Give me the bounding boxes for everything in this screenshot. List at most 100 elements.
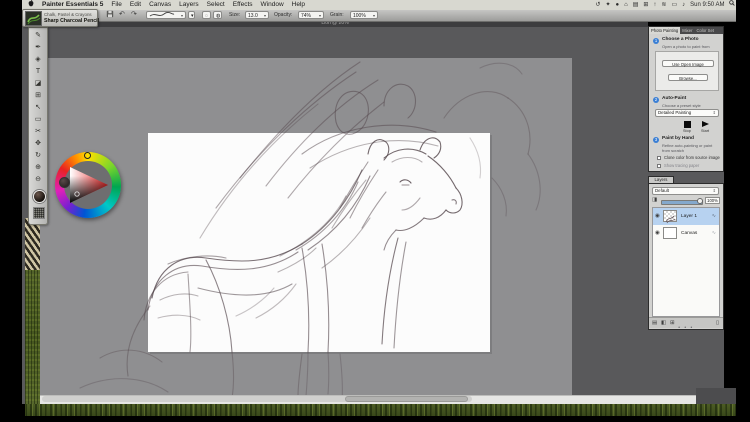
home-icon[interactable]: ⌂ <box>624 0 628 10</box>
rect-selection-tool[interactable]: ▭ <box>29 114 47 125</box>
layers-panel: Default⇕ ◨ 100% ◉ Layer 1 ∿ ◉ Canvas ∿ ▤ <box>648 183 724 330</box>
lasso-tool[interactable]: ✂ <box>29 126 47 137</box>
menu-item-select[interactable]: Select <box>207 0 225 10</box>
layer-row-layer-1[interactable]: ◉ Layer 1 ∿ <box>653 208 719 225</box>
zoom-out-tool[interactable]: ⊖ <box>29 174 47 185</box>
use-open-image-button[interactable]: Use Open Image <box>662 60 714 67</box>
brush-selector[interactable]: Chalk, Pastel & Crayons Sharp Charcoal P… <box>22 9 98 27</box>
spotlight-icon[interactable] <box>729 0 735 10</box>
lion-sketch <box>40 58 572 395</box>
crop-tool[interactable]: ⊞ <box>29 90 47 101</box>
zoom-in-tool[interactable]: ⊕ <box>29 162 47 173</box>
stop-button[interactable] <box>684 121 691 128</box>
display-icon[interactable]: ▭ <box>671 0 677 10</box>
toolbox: ✎ ✒ ◈ T ◪ ⊞ ↖ ▭ ✂ ✥ ↻ ⊕ ⊖ <box>28 27 48 225</box>
brush-tool[interactable]: ✎ <box>29 30 47 41</box>
brush-ghost-icon[interactable]: ◌ <box>202 11 211 19</box>
menu-item-canvas[interactable]: Canvas <box>149 0 171 10</box>
eraser-tool[interactable]: ◪ <box>29 78 47 89</box>
choose-photo-title: Choose a Photo <box>662 37 699 43</box>
tab-mixer[interactable]: Mixer <box>680 27 694 34</box>
grid-icon[interactable]: ⊞ <box>643 0 648 10</box>
photo-source-box: Use Open Image Browse... <box>655 51 719 91</box>
choose-photo-subtitle: Open a photo to paint from <box>662 44 710 49</box>
menu-item-effects[interactable]: Effects <box>233 0 253 10</box>
menu-item-layers[interactable]: Layers <box>179 0 199 10</box>
list-icon[interactable]: ▤ <box>633 0 639 10</box>
opacity-label: Opacity: <box>274 11 292 20</box>
blend-mode-dropdown[interactable]: Default⇕ <box>652 187 719 195</box>
menu-item-window[interactable]: Window <box>261 0 284 10</box>
menu-item-file[interactable]: File <box>111 0 121 10</box>
stop-label: Stop <box>683 129 691 133</box>
menu-item-help[interactable]: Help <box>292 0 305 10</box>
wheel-top-marker <box>84 152 91 159</box>
apple-logo-icon <box>28 0 34 7</box>
preset-style-dropdown[interactable]: Detailed Painting⇕ <box>655 109 719 117</box>
time-machine-icon[interactable]: ↺ <box>595 0 600 10</box>
layer-opacity-knob[interactable] <box>697 198 703 204</box>
main-color-swatch[interactable] <box>33 190 46 203</box>
visibility-eye-icon[interactable]: ◉ <box>655 213 660 220</box>
opacity-dropdown[interactable]: 74%▾ <box>298 11 324 19</box>
redo-icon[interactable]: ↷ <box>131 10 137 20</box>
tab-color-set[interactable]: Color Set <box>695 27 716 34</box>
brush-stroke-thumbnail <box>25 11 42 26</box>
grabber-tool[interactable]: ✥ <box>29 138 47 149</box>
browse-button[interactable]: Browse... <box>668 74 708 81</box>
menu-item-edit[interactable]: Edit <box>130 0 141 10</box>
panel-resize-handle[interactable]: • • • <box>649 326 723 331</box>
layer-row-canvas[interactable]: ◉ Canvas ∿ <box>653 225 719 242</box>
auto-paint-title: Auto-Paint <box>662 96 686 102</box>
wallpaper-zebra-texture <box>25 218 40 270</box>
paper-texture-swatch[interactable] <box>33 207 45 219</box>
clone-color-checkbox[interactable] <box>657 156 661 160</box>
property-bar: ↶ ↷ ▾ ▾ ◌ ◍ Size: 13.0▾ Opacity: 74%▾ Gr… <box>22 10 738 22</box>
enhanced-ghost-icon[interactable]: ◍ <box>213 11 222 19</box>
shield-icon[interactable]: ✦ <box>605 0 610 10</box>
visibility-eye-icon[interactable]: ◉ <box>655 230 660 237</box>
tracing-paper-checkbox[interactable] <box>657 164 661 168</box>
notification-icon[interactable]: ● <box>615 0 619 10</box>
save-icon[interactable] <box>106 10 114 22</box>
layer-attribute-icon: ∿ <box>712 213 716 220</box>
volume-icon[interactable]: ♪ <box>682 0 685 10</box>
auto-paint-subtitle: Choose a preset style <box>662 103 701 108</box>
size-dropdown[interactable]: 13.0▾ <box>245 11 269 19</box>
canvas-thumbnail <box>663 227 677 239</box>
menu-clock[interactable]: Sun 9:50 AM <box>690 0 724 10</box>
wifi-icon[interactable]: ≋ <box>661 0 666 10</box>
layer-name: Layer 1 <box>681 213 697 220</box>
undo-icon[interactable]: ↶ <box>119 10 125 20</box>
horizontal-scrollbar-thumb[interactable] <box>345 396 468 402</box>
start-label: Start <box>701 129 709 133</box>
stroke-stepper[interactable]: ▾ <box>188 11 195 19</box>
grain-dropdown[interactable]: 100%▾ <box>350 11 378 19</box>
layer-opacity-value[interactable]: 100% <box>705 197 720 204</box>
start-button[interactable] <box>702 121 709 127</box>
wallpaper-grass-texture <box>25 270 40 416</box>
hue-ring-marker[interactable] <box>59 177 70 188</box>
text-tool[interactable]: T <box>29 66 47 77</box>
layers-panel-tab[interactable]: Layers <box>648 176 674 183</box>
step-1-badge: 1 <box>653 38 659 44</box>
tab-photo-painting[interactable]: Photo Painting <box>649 27 680 34</box>
dropper-tool[interactable]: ✒ <box>29 42 47 53</box>
layer-adjuster-tool[interactable]: ↖ <box>29 102 47 113</box>
canvas-region <box>22 26 738 404</box>
layer-opacity-icon: ◨ <box>652 195 657 205</box>
window-corner-block <box>696 388 738 404</box>
video-crop-patch <box>724 26 736 388</box>
stroke-preview-dropdown[interactable]: ▾ <box>146 11 186 19</box>
layer-name: Canvas <box>681 230 697 237</box>
paint-bucket-tool[interactable]: ◈ <box>29 54 47 65</box>
screen: Painter Essentials 5 File Edit Canvas La… <box>0 0 750 422</box>
step-2-badge: 2 <box>653 97 659 103</box>
tracing-paper-label: Show tracing paper <box>664 163 699 168</box>
brush-variant-label: Sharp Charcoal Pencil <box>44 18 99 25</box>
rotate-page-tool[interactable]: ↻ <box>29 150 47 161</box>
panel-tabs: Photo Painting Mixer Color Set <box>649 27 723 34</box>
upload-icon[interactable]: ↑ <box>653 0 656 10</box>
color-wheel[interactable] <box>55 152 121 218</box>
desktop-wallpaper-left <box>25 218 40 416</box>
